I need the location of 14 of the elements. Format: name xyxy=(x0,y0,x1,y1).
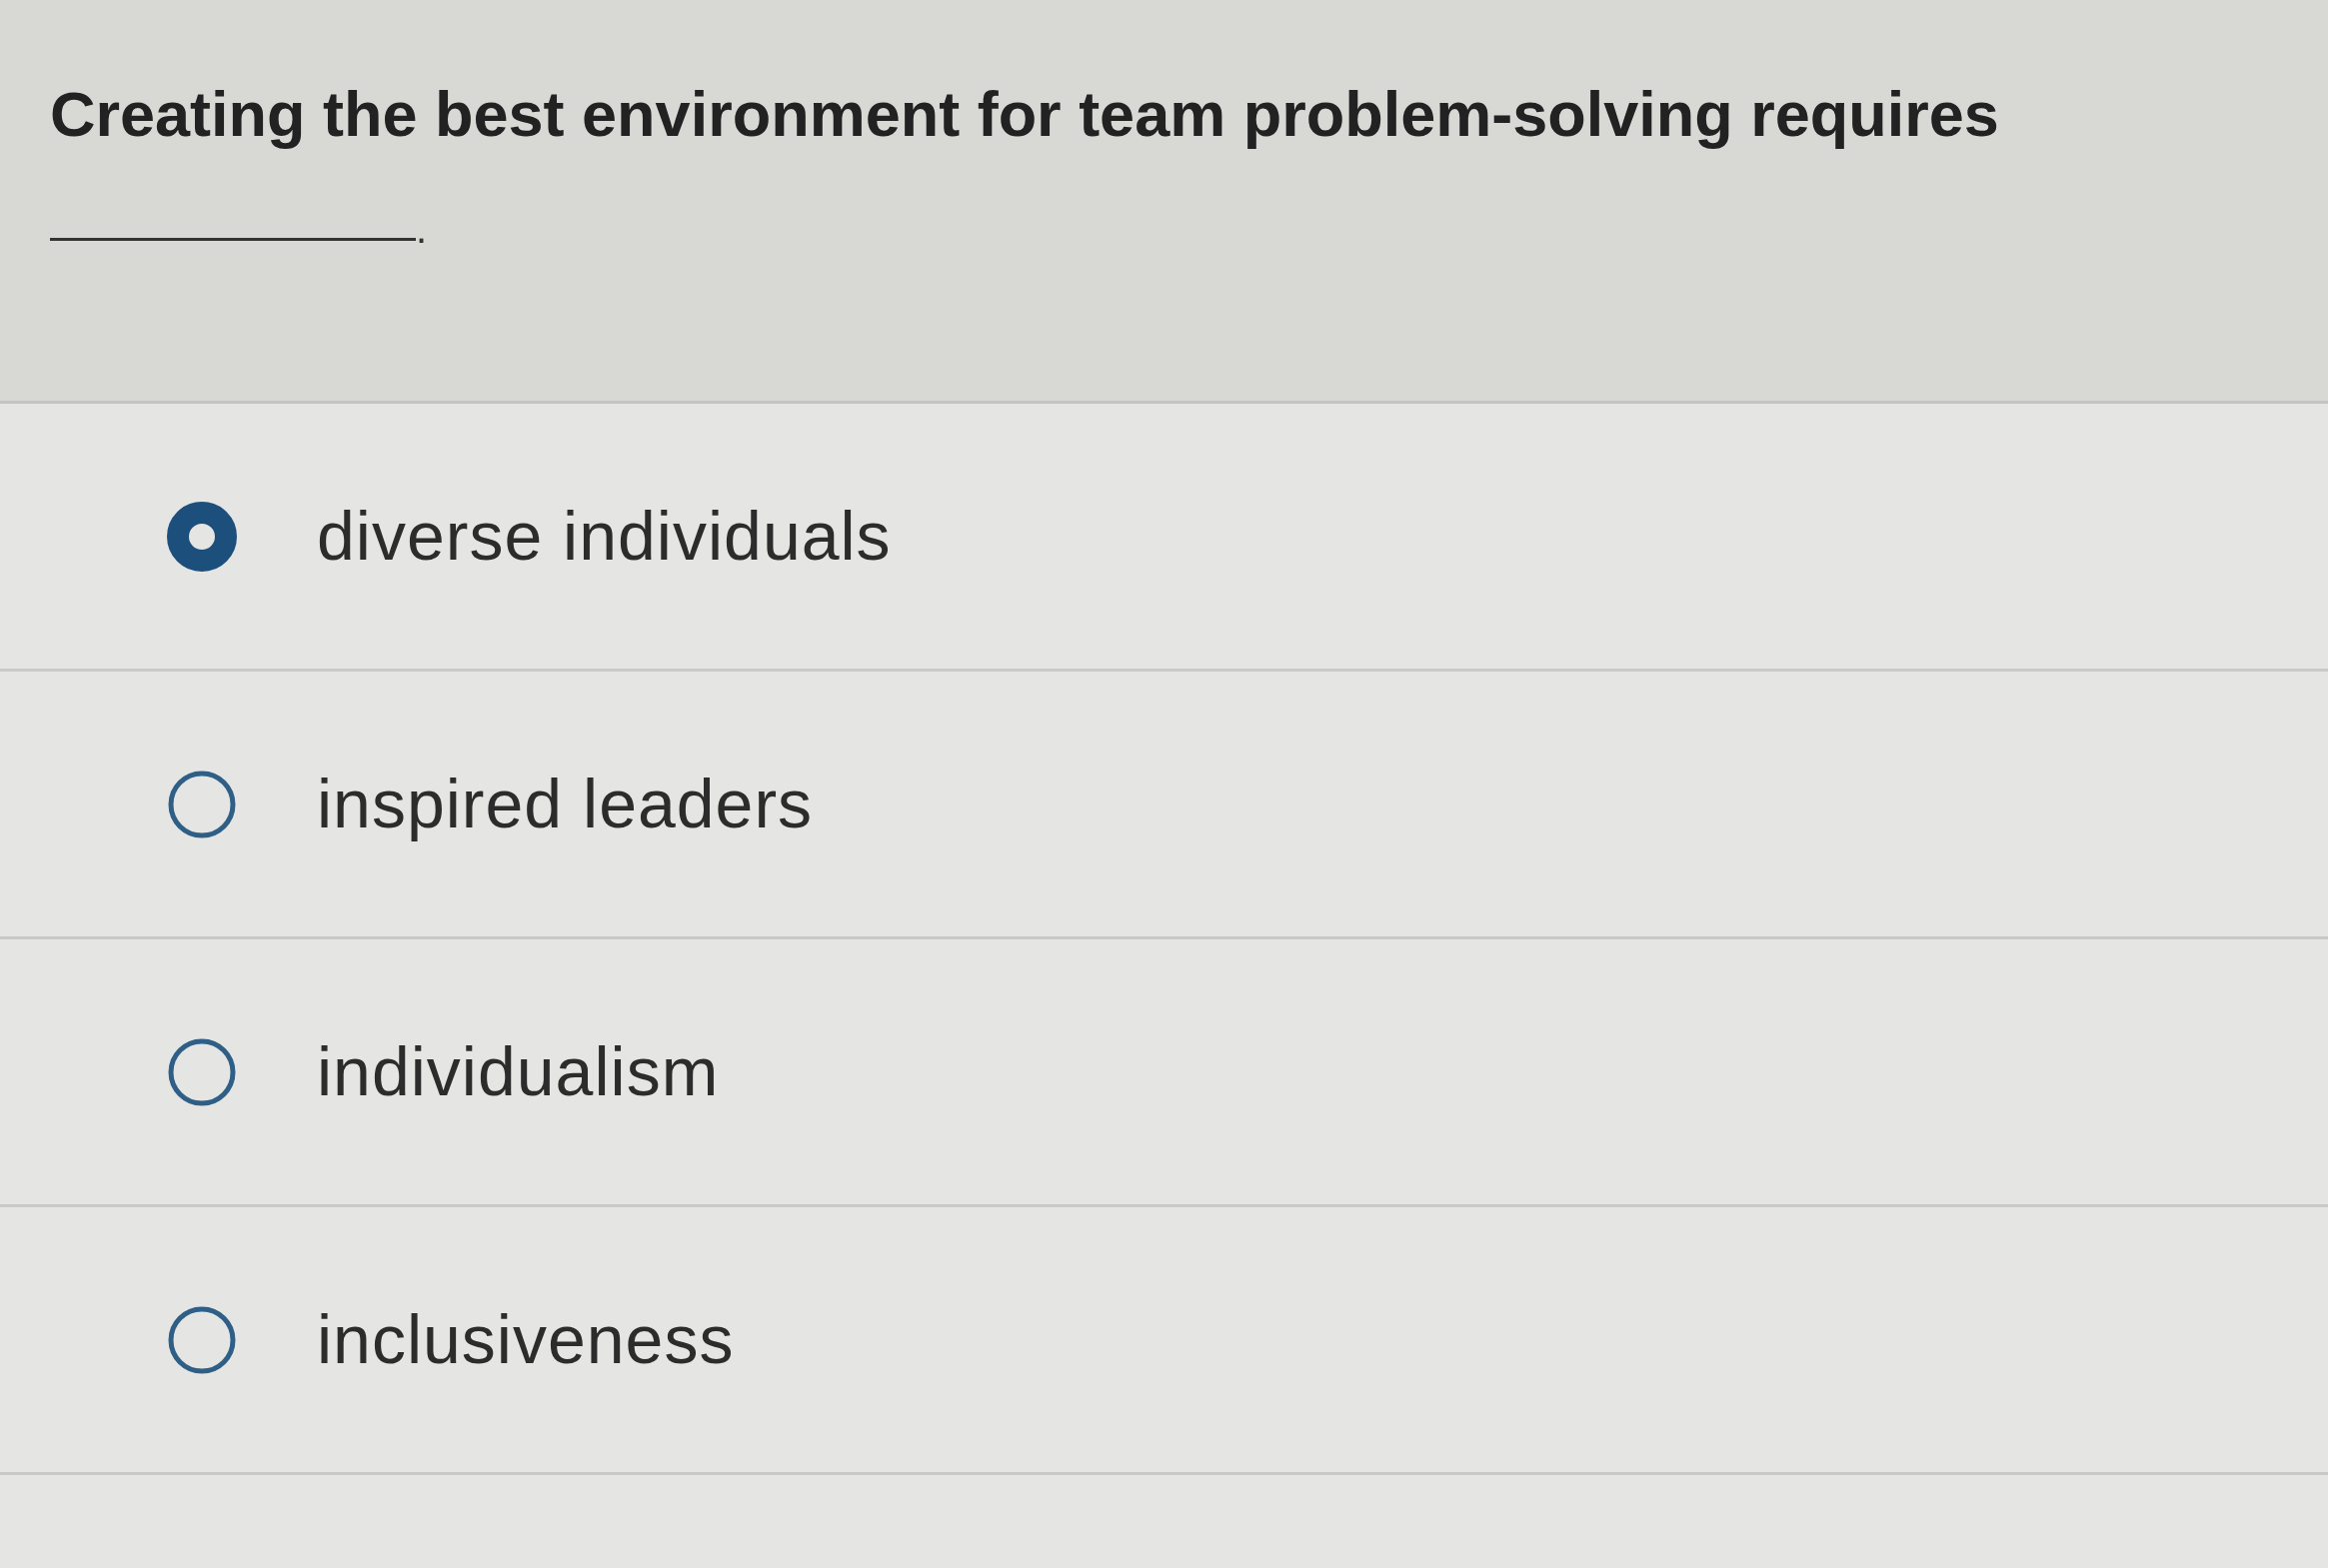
answer-option[interactable]: diverse individuals xyxy=(0,404,2328,672)
radio-icon[interactable] xyxy=(167,1036,237,1107)
answer-option[interactable]: inspired leaders xyxy=(0,672,2328,939)
option-label: individualism xyxy=(317,1031,720,1111)
option-label: inspired leaders xyxy=(317,764,814,843)
radio-icon[interactable] xyxy=(167,769,237,839)
blank-period: . xyxy=(416,209,428,250)
radio-selected-icon[interactable] xyxy=(167,501,237,572)
radio-icon[interactable] xyxy=(167,1304,237,1375)
answer-option[interactable]: inclusiveness xyxy=(0,1207,2328,1475)
question-text: Creating the best environment for team problem-solving requires xyxy=(50,80,1999,150)
option-label: diverse individuals xyxy=(317,496,892,576)
answer-option[interactable]: individualism xyxy=(0,939,2328,1207)
option-label: inclusiveness xyxy=(317,1299,735,1379)
